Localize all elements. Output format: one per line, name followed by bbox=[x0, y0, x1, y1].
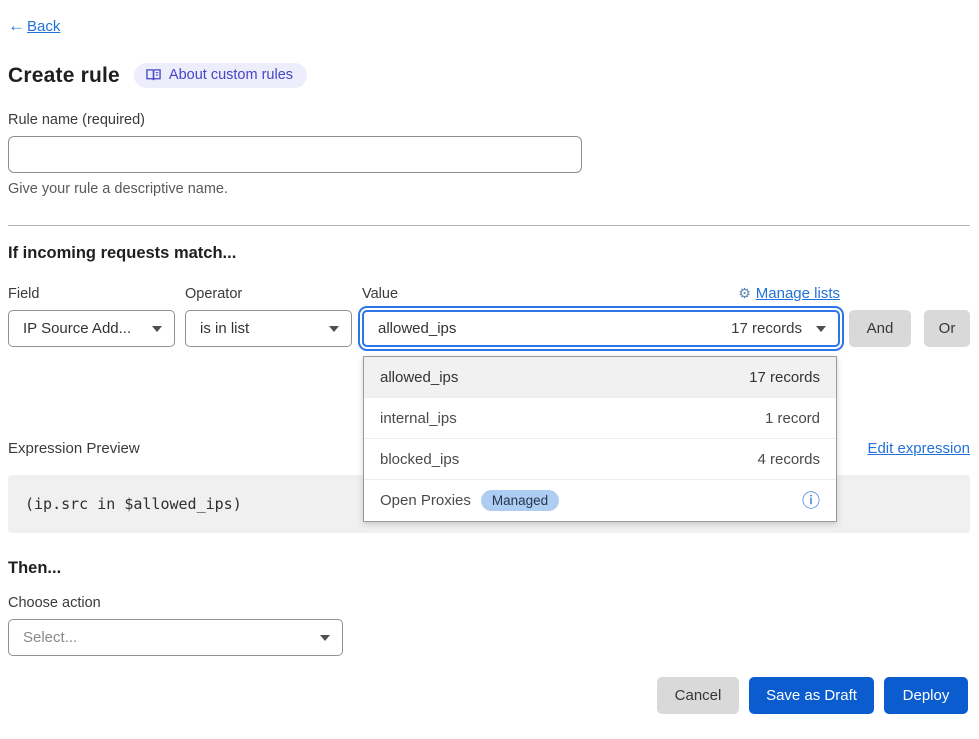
save-as-draft-button[interactable]: Save as Draft bbox=[749, 677, 874, 714]
value-select[interactable]: allowed_ips 17 records bbox=[362, 310, 840, 347]
rule-name-helper: Give your rule a descriptive name. bbox=[8, 181, 970, 197]
and-button[interactable]: And bbox=[849, 310, 911, 347]
manage-lists-link[interactable]: ⚙ Manage lists bbox=[738, 285, 840, 302]
list-option-records: 1 record bbox=[765, 410, 820, 427]
list-option-name: internal_ips bbox=[380, 410, 457, 427]
title-row: Create rule About custom rules bbox=[8, 63, 970, 88]
value-select-value: allowed_ips bbox=[378, 320, 731, 337]
list-option-records: 4 records bbox=[757, 451, 820, 468]
deploy-button[interactable]: Deploy bbox=[884, 677, 968, 714]
action-select[interactable]: Select... bbox=[8, 619, 343, 656]
manage-lists-label[interactable]: Manage lists bbox=[756, 285, 840, 302]
list-option-records: 17 records bbox=[749, 369, 820, 386]
value-select-records: 17 records bbox=[731, 320, 802, 337]
expression-preview-label: Expression Preview bbox=[8, 440, 140, 457]
field-label: Field bbox=[8, 286, 175, 302]
list-option-name: allowed_ips bbox=[380, 369, 458, 386]
create-rule-page: ← Back Create rule About custom rules Ru… bbox=[0, 0, 979, 739]
about-custom-rules-link[interactable]: About custom rules bbox=[134, 63, 307, 88]
back-arrow-icon: ← bbox=[8, 16, 25, 36]
operator-select-value: is in list bbox=[200, 320, 319, 337]
action-select-placeholder: Select... bbox=[23, 629, 310, 646]
rule-name-input[interactable] bbox=[8, 136, 582, 173]
section-divider bbox=[8, 225, 970, 226]
cancel-button[interactable]: Cancel bbox=[657, 677, 739, 714]
list-option-internal-ips[interactable]: internal_ips 1 record bbox=[364, 398, 836, 439]
expression-code: (ip.src in $allowed_ips) bbox=[25, 495, 242, 513]
match-section-heading: If incoming requests match... bbox=[8, 244, 970, 263]
choose-action-label: Choose action bbox=[8, 595, 970, 611]
operator-select[interactable]: is in list bbox=[185, 310, 352, 347]
field-select-value: IP Source Add... bbox=[23, 320, 142, 337]
chevron-down-icon bbox=[816, 326, 826, 332]
list-option-name: blocked_ips bbox=[380, 451, 459, 468]
back-link-label[interactable]: Back bbox=[27, 18, 60, 35]
lists-dropdown: allowed_ips 17 records internal_ips 1 re… bbox=[363, 356, 837, 522]
chevron-down-icon bbox=[329, 326, 339, 332]
chevron-down-icon bbox=[152, 326, 162, 332]
page-title: Create rule bbox=[8, 64, 120, 88]
info-icon[interactable]: ⓘ bbox=[802, 492, 820, 510]
back-link[interactable]: ← Back bbox=[8, 16, 970, 36]
list-option-blocked-ips[interactable]: blocked_ips 4 records bbox=[364, 439, 836, 480]
value-label: Value bbox=[362, 286, 398, 302]
chevron-down-icon bbox=[320, 635, 330, 641]
about-custom-rules-label: About custom rules bbox=[169, 67, 293, 83]
edit-expression-link[interactable]: Edit expression bbox=[867, 440, 970, 457]
list-option-allowed-ips[interactable]: allowed_ips 17 records bbox=[364, 357, 836, 398]
list-option-name: Open Proxies bbox=[380, 492, 471, 509]
operator-label: Operator bbox=[185, 286, 352, 302]
field-select[interactable]: IP Source Add... bbox=[8, 310, 175, 347]
book-icon bbox=[146, 68, 161, 82]
managed-badge: Managed bbox=[481, 490, 559, 511]
rule-name-label: Rule name (required) bbox=[8, 112, 970, 128]
gear-icon: ⚙ bbox=[738, 285, 751, 302]
list-option-open-proxies[interactable]: Open Proxies Managed ⓘ bbox=[364, 480, 836, 521]
or-button[interactable]: Or bbox=[924, 310, 970, 347]
then-section-heading: Then... bbox=[8, 559, 970, 578]
footer-actions: Cancel Save as Draft Deploy bbox=[8, 677, 970, 714]
condition-row: Field IP Source Add... Operator is in li… bbox=[8, 285, 970, 347]
